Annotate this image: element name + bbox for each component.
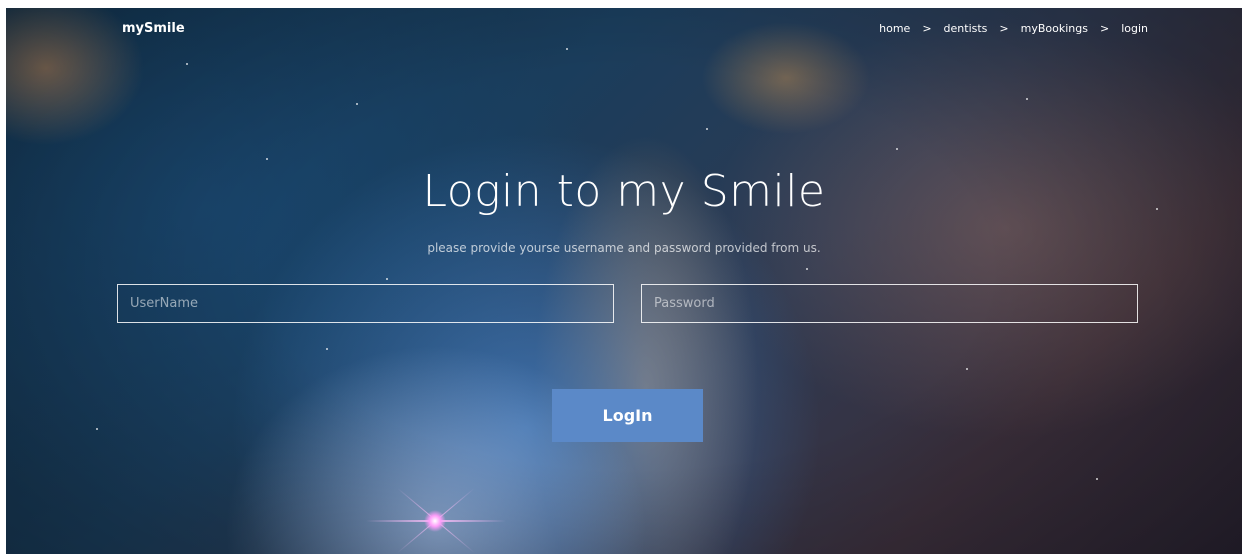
brand-logo[interactable]: mySmile — [122, 21, 185, 36]
star — [266, 158, 268, 160]
page-title: Login to my Smile — [422, 166, 826, 217]
star — [326, 348, 328, 350]
breadcrumb-separator: > — [922, 22, 932, 35]
breadcrumb-separator: > — [999, 22, 1009, 35]
username-input[interactable] — [117, 284, 614, 323]
background-shade — [6, 8, 1242, 554]
star — [896, 148, 898, 150]
login-button[interactable]: LogIn — [552, 389, 703, 442]
star — [1096, 478, 1098, 480]
star — [966, 368, 968, 370]
star — [356, 103, 358, 105]
breadcrumb-dentists[interactable]: dentists — [944, 22, 988, 35]
star — [186, 63, 188, 65]
breadcrumb-separator: > — [1099, 22, 1110, 35]
bright-star — [424, 510, 446, 532]
star — [706, 128, 708, 130]
star — [1026, 98, 1028, 100]
hero-background: mySmile home > dentists > myBookings > l… — [6, 8, 1242, 554]
password-input[interactable] — [641, 284, 1138, 323]
star — [566, 48, 568, 50]
breadcrumb-login[interactable]: login — [1121, 22, 1148, 35]
breadcrumb: home > dentists > myBookings > login — [879, 22, 1148, 35]
page-subtitle: please provide yourse username and passw… — [427, 241, 821, 255]
breadcrumb-mybookings[interactable]: myBookings — [1021, 22, 1088, 35]
star — [386, 278, 388, 280]
star — [96, 428, 98, 430]
star — [806, 268, 808, 270]
breadcrumb-home[interactable]: home — [879, 22, 910, 35]
